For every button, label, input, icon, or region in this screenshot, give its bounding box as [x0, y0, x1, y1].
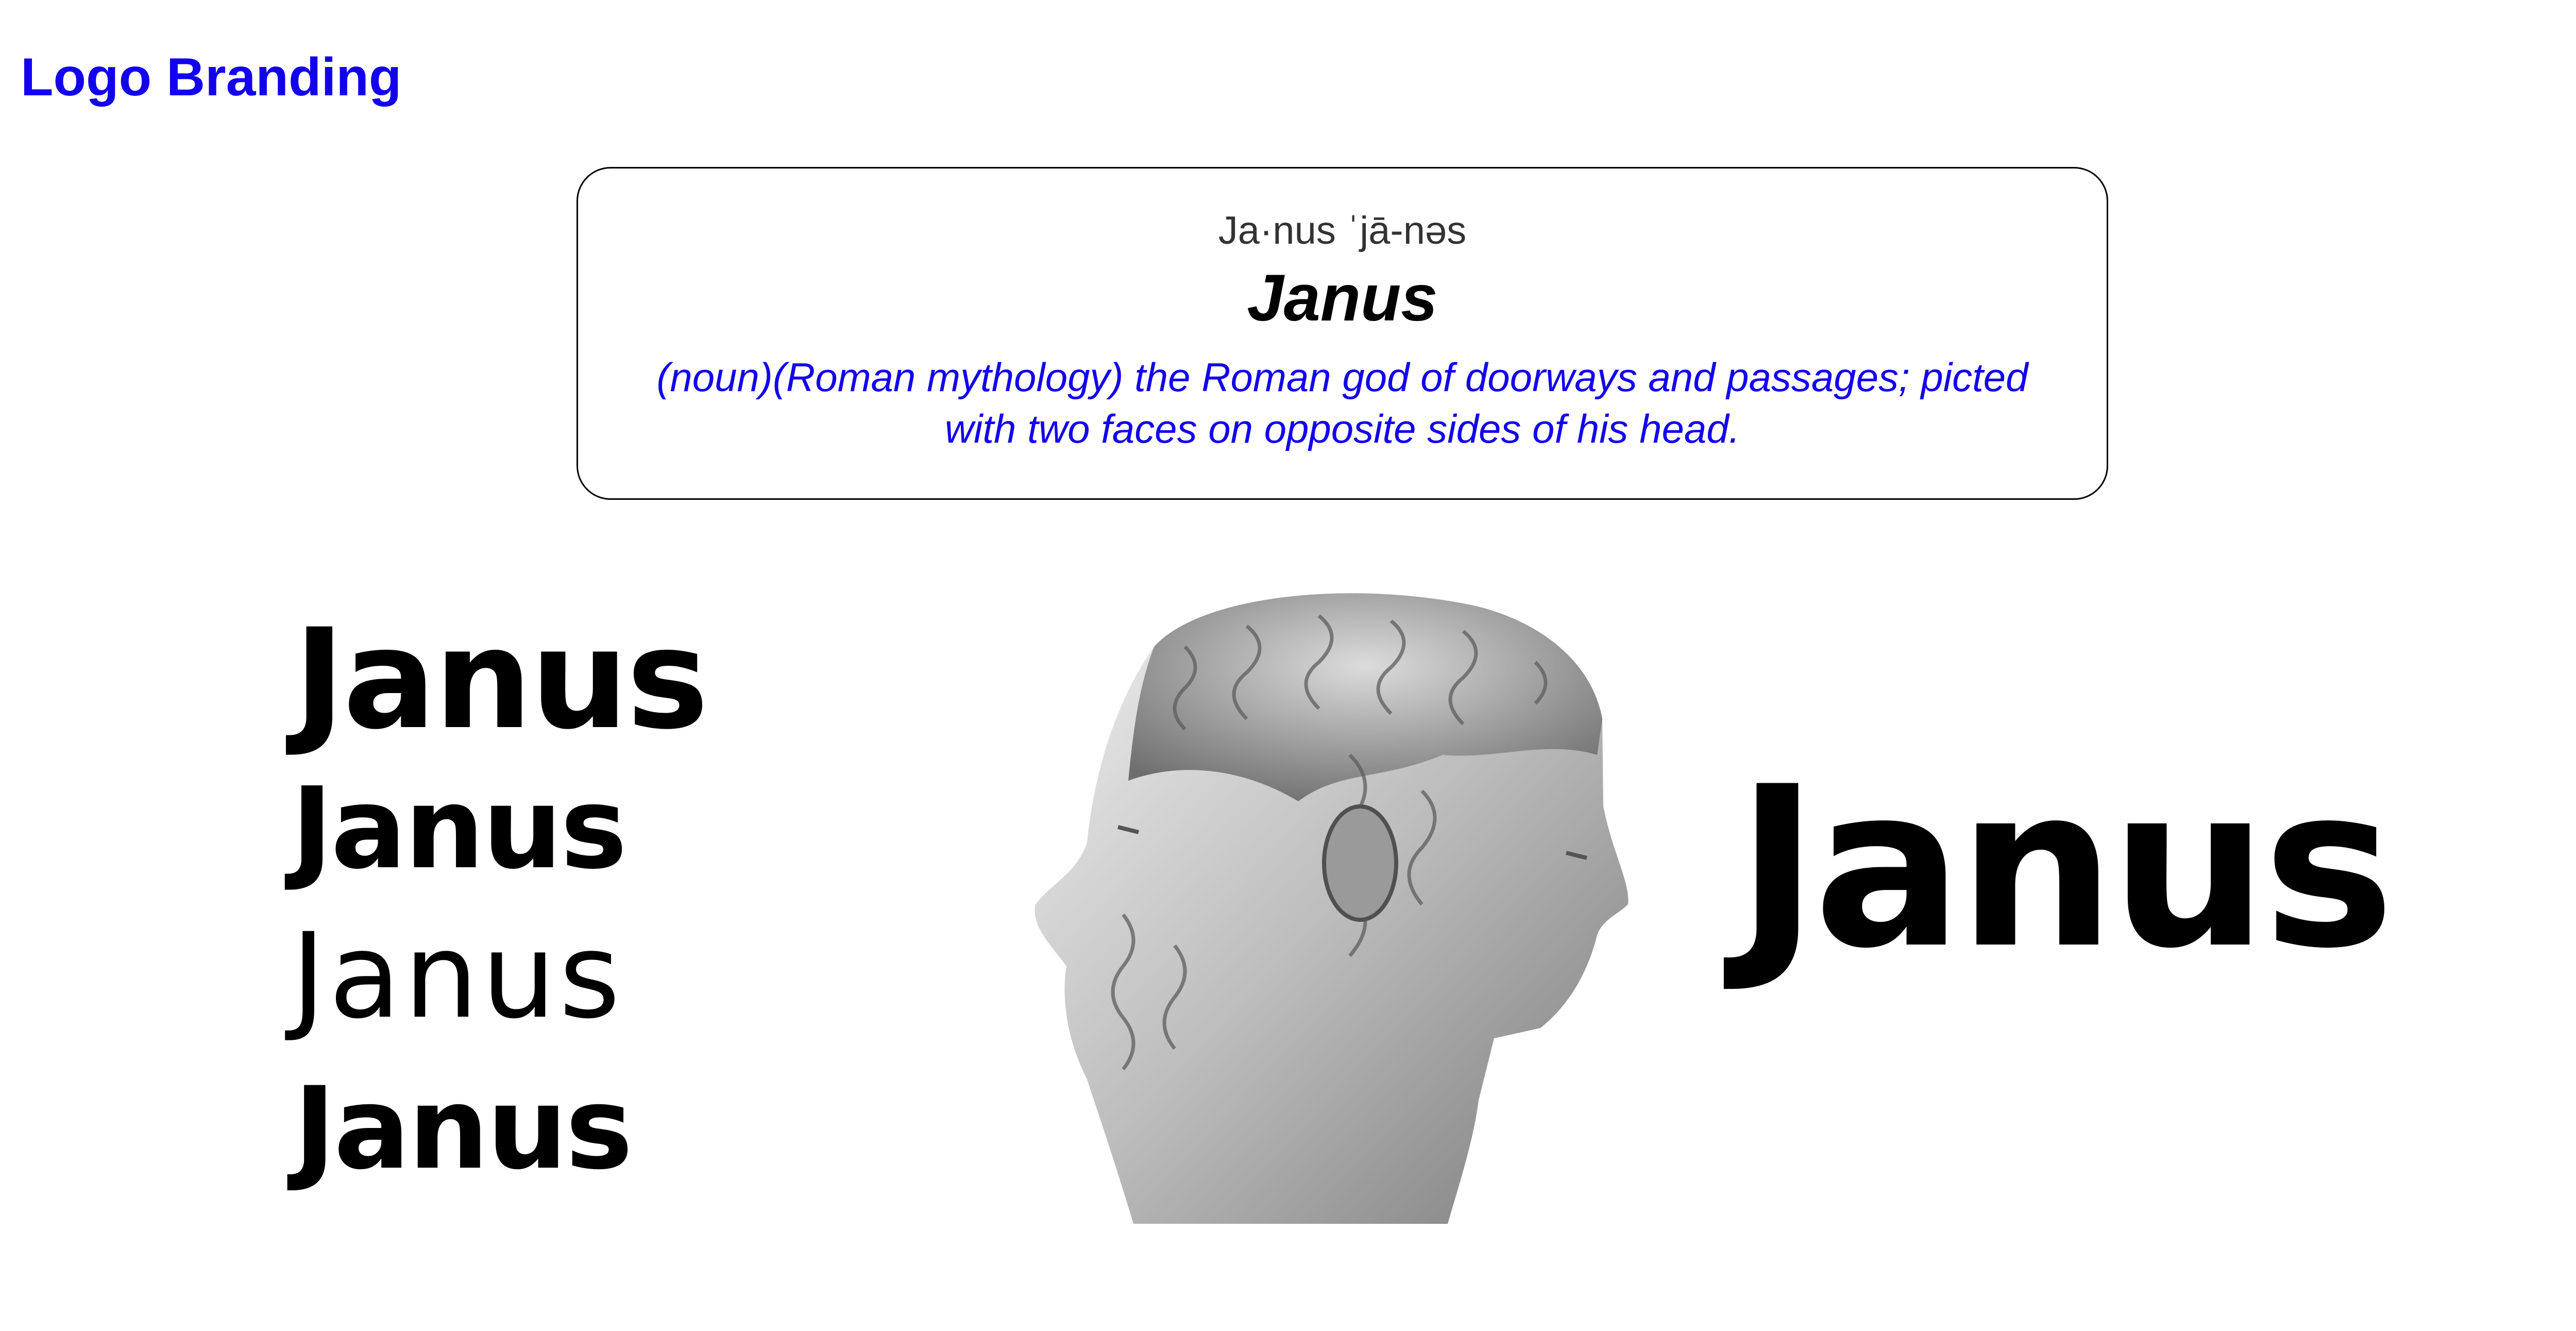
- definition-text: (noun)(Roman mythology) the Roman god of…: [656, 355, 2028, 451]
- logo-variant-2: Janus: [291, 764, 627, 894]
- primary-logo: Janus: [1736, 739, 2395, 997]
- logo-variant-1: Janus: [294, 599, 709, 760]
- definition-word: Janus: [1247, 261, 1438, 335]
- page-title: Logo Branding: [21, 47, 402, 107]
- janus-bust-image: [1035, 593, 1629, 1224]
- logo-variant-3: Janus: [291, 907, 623, 1044]
- pronunciation-text: Ja·nus ˈjā-nəs: [1218, 209, 1467, 252]
- logo-variant-4: Janus: [294, 1063, 633, 1194]
- definition-card: Ja·nus ˈjā-nəs Janus (noun)(Roman mythol…: [577, 167, 2108, 500]
